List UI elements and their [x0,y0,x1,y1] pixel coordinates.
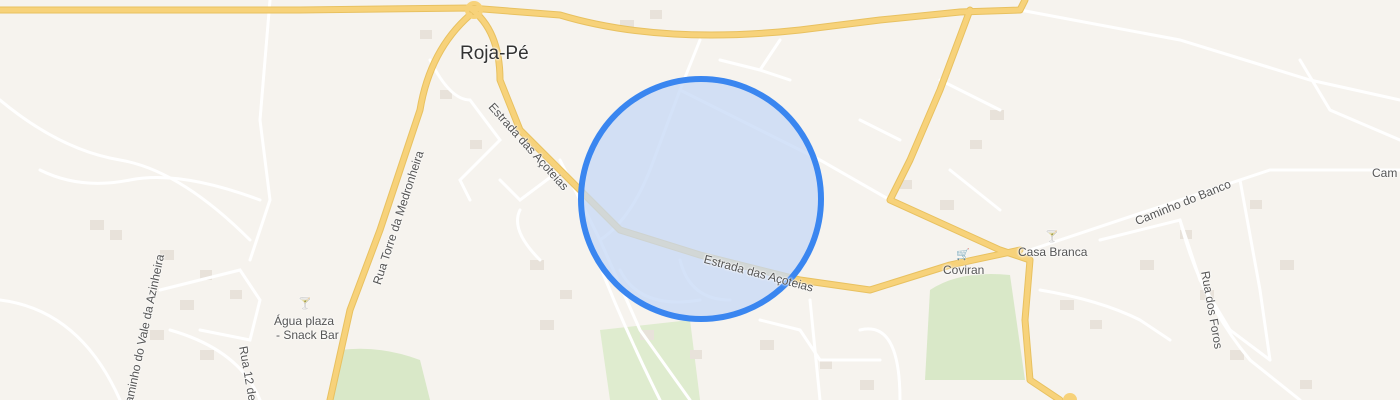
poi-label: Casa Branca [1018,245,1088,259]
bar-icon[interactable]: 🍸 [298,297,312,310]
poi-label: Coviran [943,263,985,277]
shopping-cart-icon[interactable]: 🛒 [956,248,970,261]
roundabout [1063,393,1077,400]
street-label-edge: Cam [1372,166,1398,180]
poi-label: - Snack Bar [276,328,339,342]
park-area [925,274,1025,380]
park-area [330,348,430,400]
bar-icon[interactable]: 🍸 [1045,230,1059,243]
town-label: Roja-Pé [460,43,529,64]
poi-label: Água plaza [274,314,335,328]
map-canvas[interactable]: Roja-Pé Estrada das Açoteias Estrada das… [0,0,1400,400]
